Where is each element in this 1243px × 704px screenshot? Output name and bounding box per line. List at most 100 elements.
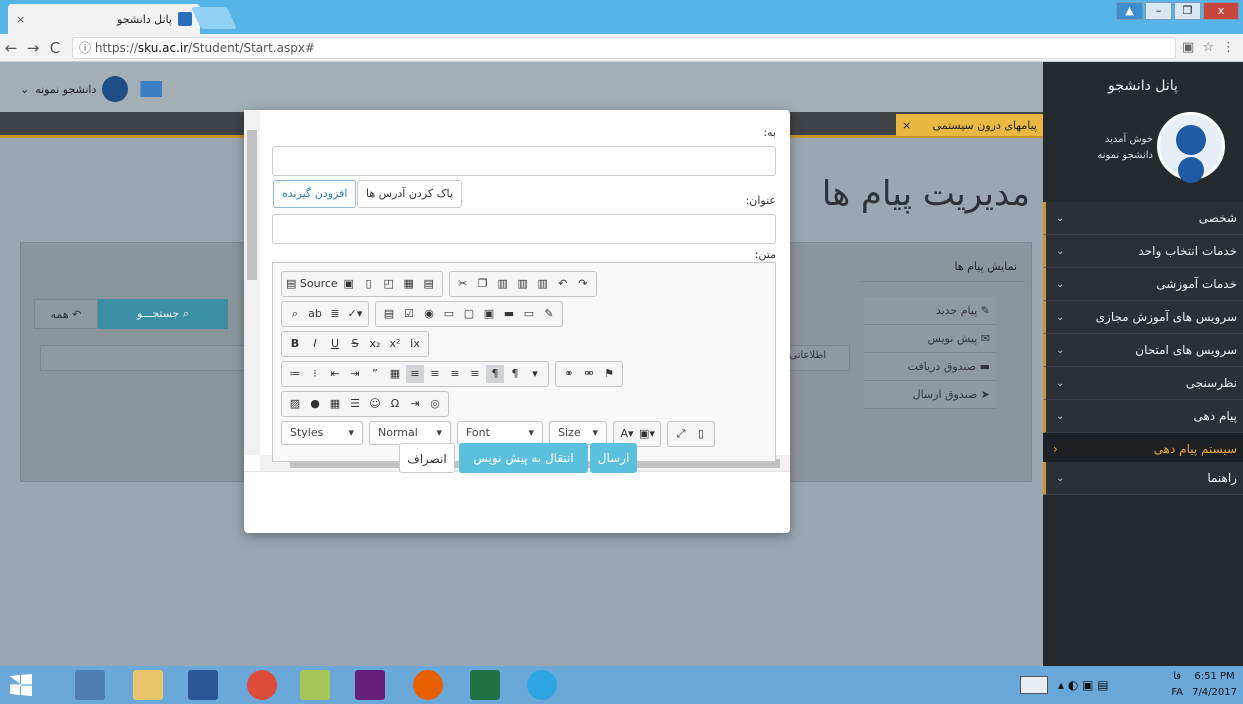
checkbox-icon[interactable]: ☑ [400, 305, 418, 323]
select-icon[interactable]: ▣ [480, 305, 498, 323]
sidebar-item-personal[interactable]: شخصی ⌄ [1043, 202, 1243, 235]
italic-icon[interactable]: I [306, 335, 324, 353]
add-recipient-button[interactable]: افزودن گیرنده [273, 180, 357, 208]
strike-icon[interactable]: S [346, 335, 364, 353]
bulleted-list-icon[interactable]: ⁝ [306, 365, 324, 383]
align-right-icon[interactable]: ≡ [446, 365, 464, 383]
styles-combo[interactable]: Styles ▾ [281, 421, 363, 445]
textfield-icon[interactable]: ▭ [440, 305, 458, 323]
avatar[interactable] [102, 76, 129, 102]
clear-addresses-button[interactable]: پاک کردن آدرس ها [357, 180, 462, 208]
username[interactable]: دانشجو نمونه [35, 83, 96, 96]
find-icon[interactable]: ⌕ [286, 305, 304, 323]
browser-tab[interactable]: پانل دانشجو × [8, 4, 200, 34]
size-combo[interactable]: Size ▾ [549, 421, 607, 445]
table-icon[interactable]: ▦ [326, 395, 344, 413]
tab-close-icon[interactable]: × [16, 13, 25, 26]
anchor-icon[interactable]: ⚑ [600, 365, 618, 383]
undo-icon[interactable]: ↶ [554, 275, 572, 293]
vertical-scrollbar[interactable] [244, 110, 260, 455]
paste-icon[interactable]: ▥ [494, 275, 512, 293]
reload-button[interactable]: C [44, 39, 66, 57]
bookmark-star-icon[interactable]: ☆ [1202, 40, 1214, 55]
print-icon[interactable]: ▦ [400, 275, 418, 293]
sidebar-item-messaging[interactable]: پیام دهی ⌄ [1043, 400, 1243, 433]
sidebar-item-help[interactable]: راهنما ⌄ [1043, 462, 1243, 495]
redo-icon[interactable]: ↷ [574, 275, 592, 293]
all-button[interactable]: همه ↶ [34, 299, 98, 329]
browser-menu-icon[interactable]: ⋮ [1222, 40, 1235, 55]
forward-button[interactable]: → [22, 39, 44, 57]
language-indicator[interactable]: فا FA [1171, 669, 1183, 701]
explorer-app-icon[interactable] [75, 670, 105, 700]
scrollbar-thumb[interactable] [247, 130, 257, 280]
spellcheck-icon[interactable]: ✓▾ [346, 305, 364, 323]
keyboard-icon[interactable] [1020, 676, 1048, 694]
tray-icons[interactable]: ▴ ◐ ▣ ▤ [1058, 678, 1109, 692]
remove-format-icon[interactable]: Ix [406, 335, 424, 353]
cancel-button[interactable]: انصراف [399, 443, 455, 473]
unlink-icon[interactable]: ⚮ [580, 365, 598, 383]
notice-label[interactable]: پیامهای درون سیستمی [933, 119, 1037, 132]
source-button[interactable]: ▤ Source [286, 275, 338, 293]
new-page-icon[interactable]: ▯ [360, 275, 378, 293]
form-icon[interactable]: ▤ [380, 305, 398, 323]
preview-icon[interactable]: ◰ [380, 275, 398, 293]
text-color-icon[interactable]: A▾ [618, 425, 636, 443]
site-info-icon[interactable]: ⓘ [79, 41, 91, 55]
button-icon[interactable]: ▬ [500, 305, 518, 323]
div-icon[interactable]: ▦ [386, 365, 404, 383]
save-icon[interactable]: ▣ [340, 275, 358, 293]
window-minimize-button[interactable]: – [1145, 2, 1172, 20]
cut-icon[interactable]: ✂ [454, 275, 472, 293]
window-extra-button[interactable]: ▲ [1116, 2, 1143, 20]
windows-start-icon[interactable] [10, 674, 32, 696]
underline-icon[interactable]: U [326, 335, 344, 353]
paste-word-icon[interactable]: ▥ [534, 275, 552, 293]
numbered-list-icon[interactable]: ≔ [286, 365, 304, 383]
flash-icon[interactable]: ● [306, 395, 324, 413]
window-close-button[interactable]: x [1203, 2, 1239, 20]
chrome-app-icon[interactable] [247, 670, 277, 700]
firefox-app-icon[interactable] [413, 670, 443, 700]
superscript-icon[interactable]: x² [386, 335, 404, 353]
maximize-icon[interactable]: ⤢ [672, 425, 690, 443]
telegram-app-icon[interactable] [527, 670, 557, 700]
paste-text-icon[interactable]: ▥ [514, 275, 532, 293]
justify-icon[interactable]: ≡ [466, 365, 484, 383]
notice-close-icon[interactable]: × [902, 119, 911, 132]
to-input[interactable] [272, 146, 776, 176]
folder-inbox[interactable]: ▬ صندوق دریافت [864, 353, 996, 381]
back-button[interactable]: ← [0, 39, 22, 57]
dropdown-chevron-icon[interactable]: ⌄ [20, 83, 29, 96]
paint-app-icon[interactable] [300, 670, 330, 700]
bg-color-icon[interactable]: ▣▾ [638, 425, 656, 443]
horizontal-rule-icon[interactable]: ☰ [346, 395, 364, 413]
link-icon[interactable]: ⚭ [560, 365, 578, 383]
smiley-icon[interactable]: ☺ [366, 395, 384, 413]
iframe-icon[interactable]: ◎ [426, 395, 444, 413]
url-input[interactable]: ⓘ https://sku.ac.ir/Student/Start.aspx# [72, 36, 1177, 59]
word-app-icon[interactable] [188, 670, 218, 700]
outdent-icon[interactable]: ⇤ [326, 365, 344, 383]
show-blocks-icon[interactable]: ▯ [692, 425, 710, 443]
align-center-icon[interactable]: ≡ [426, 365, 444, 383]
radio-icon[interactable]: ◉ [420, 305, 438, 323]
folder-sent[interactable]: ➤ صندوق ارسال [864, 381, 996, 409]
send-button[interactable]: ارسال [590, 443, 637, 473]
hiddenfield-icon[interactable]: ✎ [540, 305, 558, 323]
indent-icon[interactable]: ⇥ [346, 365, 364, 383]
format-combo[interactable]: Normal ▾ [369, 421, 451, 445]
move-to-draft-button[interactable]: انتقال به پیش نویس [459, 443, 588, 473]
folder-app-icon[interactable] [133, 670, 163, 700]
excel-app-icon[interactable] [470, 670, 500, 700]
subscript-icon[interactable]: x₂ [366, 335, 384, 353]
sidebar-item-survey[interactable]: نظرسنجی ⌄ [1043, 367, 1243, 400]
copy-icon[interactable]: ❐ [474, 275, 492, 293]
special-char-icon[interactable]: Ω [386, 395, 404, 413]
imagebutton-icon[interactable]: ▭ [520, 305, 538, 323]
replace-icon[interactable]: ab [306, 305, 324, 323]
ltr-icon[interactable]: ¶ [486, 365, 504, 383]
folder-draft[interactable]: ✉ پیش نویس [864, 325, 996, 353]
rich-text-editor[interactable]: ▤ Source ▣ ▯ ◰ ▦ ▤ ✂ ❐ ▥ ▥ ▥ ↶ ↷ ⌕ ab ≣ [272, 262, 776, 462]
